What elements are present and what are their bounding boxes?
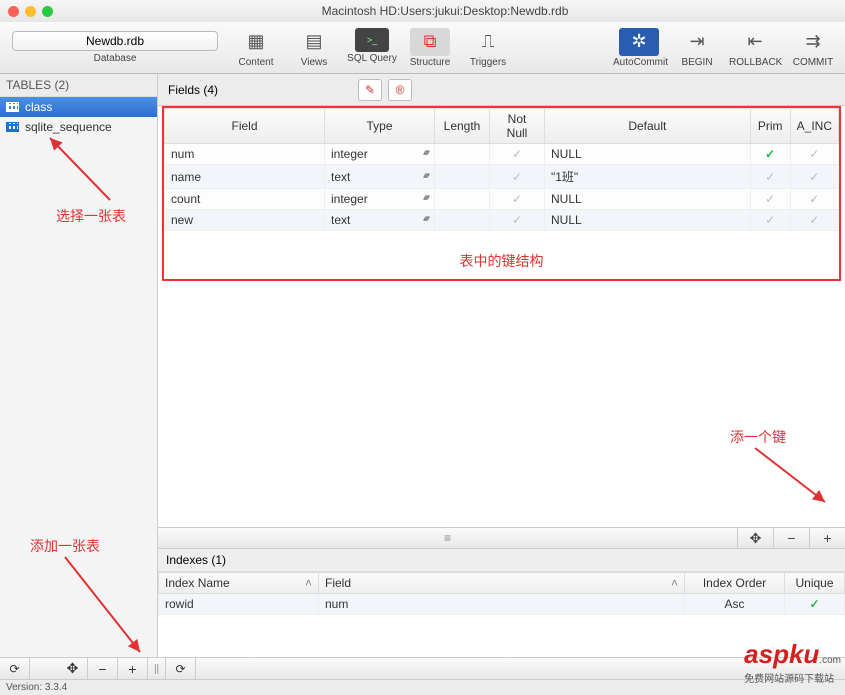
refresh-icon: ⟳ xyxy=(9,662,19,676)
refresh-left-button[interactable]: ⟳ xyxy=(0,658,30,680)
sort-asc-icon: ˄ xyxy=(671,576,678,590)
stepper-icon[interactable]: ▴▾ xyxy=(423,170,428,181)
maximize-icon[interactable] xyxy=(42,6,53,17)
divider-icon[interactable]: ‖ xyxy=(148,658,166,680)
triggers-icon: ⎍ xyxy=(468,28,508,56)
database-caption: Database xyxy=(6,53,224,64)
gear-icon: ✲ xyxy=(619,28,659,56)
check-icon[interactable]: ✓ xyxy=(765,192,775,206)
toolbar-rollback[interactable]: ⇤ROLLBACK xyxy=(729,28,781,68)
check-icon[interactable]: ✓ xyxy=(809,192,819,206)
check-icon[interactable]: ✓ xyxy=(809,170,819,184)
fields-footer-bar: ≡ ✥ − + xyxy=(158,527,845,549)
toolbar-views[interactable]: ▤Views xyxy=(288,28,340,68)
toolbar-structure[interactable]: ⧉Structure xyxy=(404,28,456,68)
registered-tool-button[interactable]: ® xyxy=(388,79,412,101)
stepper-icon[interactable]: ▴▾ xyxy=(423,213,428,224)
tables-header: TABLES (2) xyxy=(0,74,157,97)
chart-tool-button[interactable]: ✎ xyxy=(358,79,382,101)
check-icon[interactable]: ✓ xyxy=(765,147,775,161)
minimize-icon[interactable] xyxy=(25,6,36,17)
check-icon[interactable]: ✓ xyxy=(512,192,522,206)
move-field-button[interactable]: ✥ xyxy=(737,528,773,548)
table-icon xyxy=(6,102,19,112)
check-icon[interactable]: ✓ xyxy=(765,170,775,184)
table-icon xyxy=(6,122,19,132)
fields-annotation: 表中的键结构 xyxy=(164,231,839,279)
commit-icon: ⇉ xyxy=(793,28,833,56)
traffic-lights xyxy=(8,6,53,17)
col-index-field[interactable]: Field˄ xyxy=(319,573,685,594)
chart-icon: ✎ xyxy=(365,83,375,97)
sidebar-item-label: sqlite_sequence xyxy=(25,120,112,134)
stepper-icon[interactable]: ▴▾ xyxy=(423,147,428,158)
version-label: Version: 3.3.4 xyxy=(0,679,845,695)
registered-icon: ® xyxy=(396,83,405,97)
toolbar: Newdb.rdb Database ▦Content ▤Views >_SQL… xyxy=(0,22,845,74)
table-row[interactable]: count integer ▴▾ ✓ NULL ✓ ✓ xyxy=(165,189,839,210)
remove-table-button[interactable]: − xyxy=(88,658,118,680)
fields-count: Fields (4) xyxy=(168,83,218,97)
sort-asc-icon: ˄ xyxy=(305,576,312,590)
col-default[interactable]: Default xyxy=(545,109,751,144)
sidebar-item-class[interactable]: class xyxy=(0,97,157,117)
table-row[interactable]: name text ▴▾ ✓ "1班" ✓ ✓ xyxy=(165,165,839,189)
add-table-button[interactable]: + xyxy=(118,658,148,680)
toolbar-begin[interactable]: ⇥BEGIN xyxy=(671,28,723,68)
fields-table: Field Type Length Not Null Default Prim … xyxy=(164,108,839,231)
drag-handle-icon[interactable]: ≡ xyxy=(158,531,737,545)
grid-icon: ▦ xyxy=(236,28,276,56)
fields-table-highlight: Field Type Length Not Null Default Prim … xyxy=(162,106,841,281)
col-index-unique[interactable]: Unique xyxy=(785,573,845,594)
table-row[interactable]: rowid num Asc ✓ xyxy=(159,594,845,615)
col-index-order[interactable]: Index Order xyxy=(685,573,785,594)
check-icon[interactable]: ✓ xyxy=(512,213,522,227)
col-index-name[interactable]: Index Name˄ xyxy=(159,573,319,594)
table-row[interactable]: new text ▴▾ ✓ NULL ✓ ✓ xyxy=(165,210,839,231)
refresh-right-button[interactable]: ⟳ xyxy=(166,658,196,680)
toolbar-content[interactable]: ▦Content xyxy=(230,28,282,68)
fields-header-bar: Fields (4) ✎ ® xyxy=(158,74,845,106)
watermark-logo: aspku.com 免费网站源码下载站 xyxy=(744,639,841,685)
rollback-icon: ⇤ xyxy=(735,28,775,56)
indexes-table: Index Name˄ Field˄ Index Order Unique ro… xyxy=(158,572,845,615)
col-ainc[interactable]: A_INC xyxy=(790,109,838,144)
sidebar-item-label: class xyxy=(25,100,52,114)
database-button[interactable]: Newdb.rdb xyxy=(12,31,218,51)
col-notnull[interactable]: Not Null xyxy=(490,109,545,144)
bottom-toolbar: ⟳ ✥ − + ‖ ⟳ xyxy=(0,657,845,679)
check-icon[interactable]: ✓ xyxy=(809,147,819,161)
remove-field-button[interactable]: − xyxy=(773,528,809,548)
check-icon[interactable]: ✓ xyxy=(809,213,819,227)
col-field[interactable]: Field xyxy=(165,109,325,144)
check-icon[interactable]: ✓ xyxy=(512,147,522,161)
indexes-header: Indexes (1) xyxy=(158,549,845,572)
toolbar-commit[interactable]: ⇉COMMIT xyxy=(787,28,839,68)
toolbar-triggers[interactable]: ⎍Triggers xyxy=(462,28,514,68)
col-prim[interactable]: Prim xyxy=(750,109,790,144)
check-icon[interactable]: ✓ xyxy=(512,170,522,184)
toolbar-autocommit[interactable]: ✲AutoCommit xyxy=(613,28,665,68)
stepper-icon[interactable]: ▴▾ xyxy=(423,192,428,203)
toolbar-sqlquery[interactable]: >_SQL Query xyxy=(346,28,398,68)
add-field-button[interactable]: + xyxy=(809,528,845,548)
refresh-icon: ⟳ xyxy=(175,662,185,676)
window-title: Macintosh HD:Users:jukui:Desktop:Newdb.r… xyxy=(53,4,837,18)
sidebar: TABLES (2) class sqlite_sequence xyxy=(0,74,158,657)
close-icon[interactable] xyxy=(8,6,19,17)
terminal-icon: >_ xyxy=(355,28,389,52)
col-length[interactable]: Length xyxy=(435,109,490,144)
check-icon[interactable]: ✓ xyxy=(765,213,775,227)
table-row[interactable]: num integer ▴▾ ✓ NULL ✓ ✓ xyxy=(165,144,839,165)
views-icon: ▤ xyxy=(294,28,334,56)
col-type[interactable]: Type xyxy=(325,109,435,144)
move-table-button[interactable]: ✥ xyxy=(58,658,88,680)
titlebar: Macintosh HD:Users:jukui:Desktop:Newdb.r… xyxy=(0,0,845,22)
sidebar-item-sqlite-sequence[interactable]: sqlite_sequence xyxy=(0,117,157,137)
begin-icon: ⇥ xyxy=(677,28,717,56)
check-icon: ✓ xyxy=(809,597,819,611)
structure-icon: ⧉ xyxy=(410,28,450,56)
